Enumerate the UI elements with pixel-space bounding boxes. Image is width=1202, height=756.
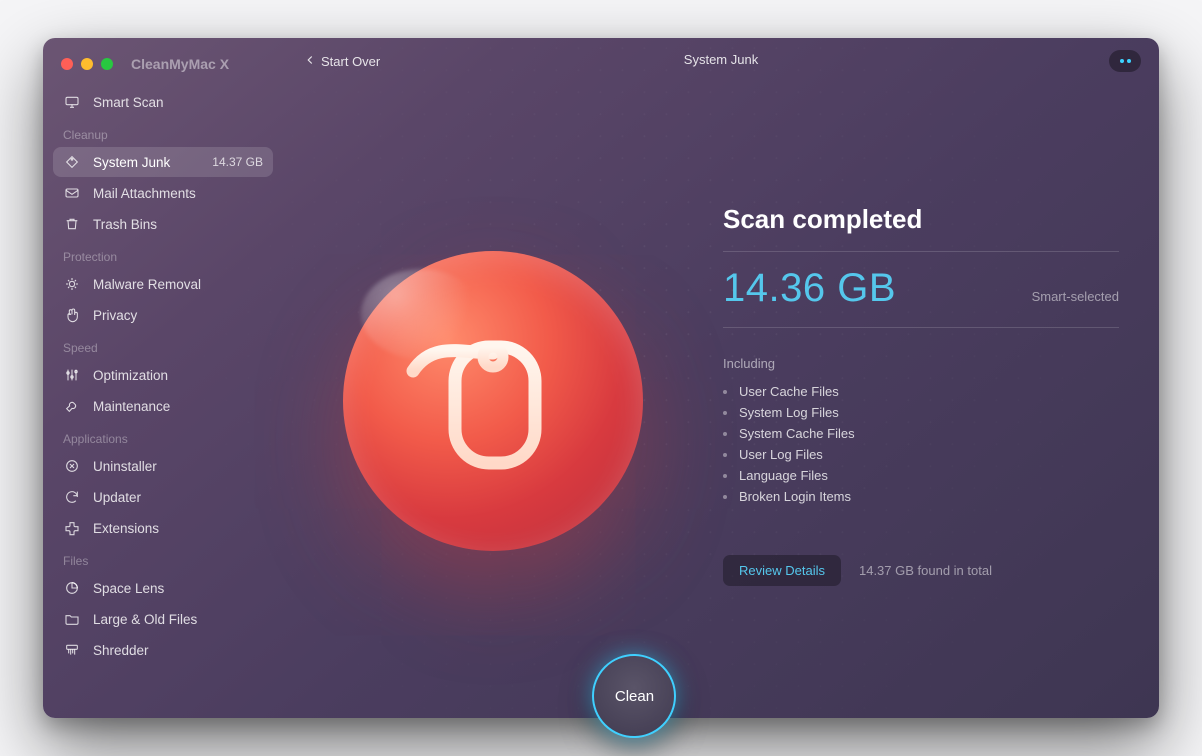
found-total-label: 14.37 GB found in total [859,563,992,578]
trash-icon [63,215,81,233]
sidebar-item-label: Maintenance [93,399,170,414]
sidebar-item-optimization[interactable]: Optimization [53,360,273,390]
app-title: CleanMyMac X [131,56,229,72]
list-item: User Cache Files [723,381,1119,402]
content-area: Scan completed 14.36 GB Smart-selected I… [283,84,1159,718]
sidebar-item-label: Updater [93,490,141,505]
list-item: System Cache Files [723,423,1119,444]
sidebar-item-label: Extensions [93,521,159,536]
sidebar-item-label: Privacy [93,308,137,323]
folder-icon [63,610,81,628]
monitor-icon [63,93,81,111]
sidebar-item-mail-attachments[interactable]: Mail Attachments [53,178,273,208]
hero-graphic [283,84,703,718]
hand-icon [63,306,81,324]
main-panel: Start Over System Junk [283,38,1159,718]
sidebar-item-badge: 14.37 GB [212,155,263,169]
sidebar-item-trash-bins[interactable]: Trash Bins [53,209,273,239]
lens-icon [63,579,81,597]
selected-size-value: 14.36 GB [723,266,896,311]
virus-icon [63,275,81,293]
account-menu-button[interactable] [1109,50,1141,72]
list-item: System Log Files [723,402,1119,423]
list-item: User Log Files [723,444,1119,465]
sidebar-item-extensions[interactable]: Extensions [53,513,273,543]
sidebar-item-space-lens[interactable]: Space Lens [53,573,273,603]
sidebar-item-label: Smart Scan [93,95,164,110]
clean-button-label: Clean [615,688,654,705]
sidebar-item-smart-scan[interactable]: Smart Scan [53,87,273,117]
review-details-button[interactable]: Review Details [723,555,841,586]
sidebar-item-system-junk[interactable]: System Junk 14.37 GB [53,147,273,177]
scan-complete-heading: Scan completed [723,204,1119,235]
refresh-icon [63,488,81,506]
page-title: System Junk [684,52,758,67]
sidebar-item-label: Space Lens [93,581,164,596]
sidebar-item-updater[interactable]: Updater [53,482,273,512]
including-heading: Including [723,356,1119,371]
window-controls: CleanMyMac X [53,52,273,86]
sidebar-item-label: System Junk [93,155,170,170]
puzzle-icon [63,519,81,537]
sidebar-section-label: Files [53,544,273,572]
sidebar-item-label: Uninstaller [93,459,157,474]
sidebar-item-maintenance[interactable]: Maintenance [53,391,273,421]
envelope-icon [63,184,81,202]
included-categories-list: User Cache Files System Log Files System… [723,381,1119,507]
sidebar-item-uninstaller[interactable]: Uninstaller [53,451,273,481]
divider [723,327,1119,328]
minimize-window-button[interactable] [81,58,93,70]
sidebar-item-label: Mail Attachments [93,186,196,201]
sidebar-item-label: Shredder [93,643,149,658]
back-label: Start Over [321,54,380,69]
scan-result-panel: Scan completed 14.36 GB Smart-selected I… [703,84,1159,718]
uninstall-icon [63,457,81,475]
tag-icon [63,153,81,171]
sidebar-section-label: Speed [53,331,273,359]
sidebar-item-privacy[interactable]: Privacy [53,300,273,330]
app-window: CleanMyMac X Smart Scan Cleanup System J… [43,38,1159,718]
smart-selected-label: Smart-selected [1032,289,1119,304]
list-item: Broken Login Items [723,486,1119,507]
sidebar-item-large-old-files[interactable]: Large & Old Files [53,604,273,634]
sliders-icon [63,366,81,384]
maximize-window-button[interactable] [101,58,113,70]
sidebar-item-label: Optimization [93,368,168,383]
sidebar: CleanMyMac X Smart Scan Cleanup System J… [43,38,283,718]
sidebar-section-label: Protection [53,240,273,268]
wrench-icon [63,397,81,415]
sidebar-item-label: Malware Removal [93,277,201,292]
divider [723,251,1119,252]
chevron-left-icon [303,53,317,70]
sidebar-section-label: Cleanup [53,118,273,146]
sidebar-item-malware-removal[interactable]: Malware Removal [53,269,273,299]
close-window-button[interactable] [61,58,73,70]
back-button[interactable]: Start Over [303,53,380,70]
clean-button[interactable]: Clean [592,654,676,738]
list-item: Language Files [723,465,1119,486]
shredder-icon [63,641,81,659]
system-junk-icon [343,251,643,551]
sidebar-section-label: Applications [53,422,273,450]
sidebar-item-shredder[interactable]: Shredder [53,635,273,665]
sidebar-item-label: Large & Old Files [93,612,197,627]
sidebar-item-label: Trash Bins [93,217,157,232]
